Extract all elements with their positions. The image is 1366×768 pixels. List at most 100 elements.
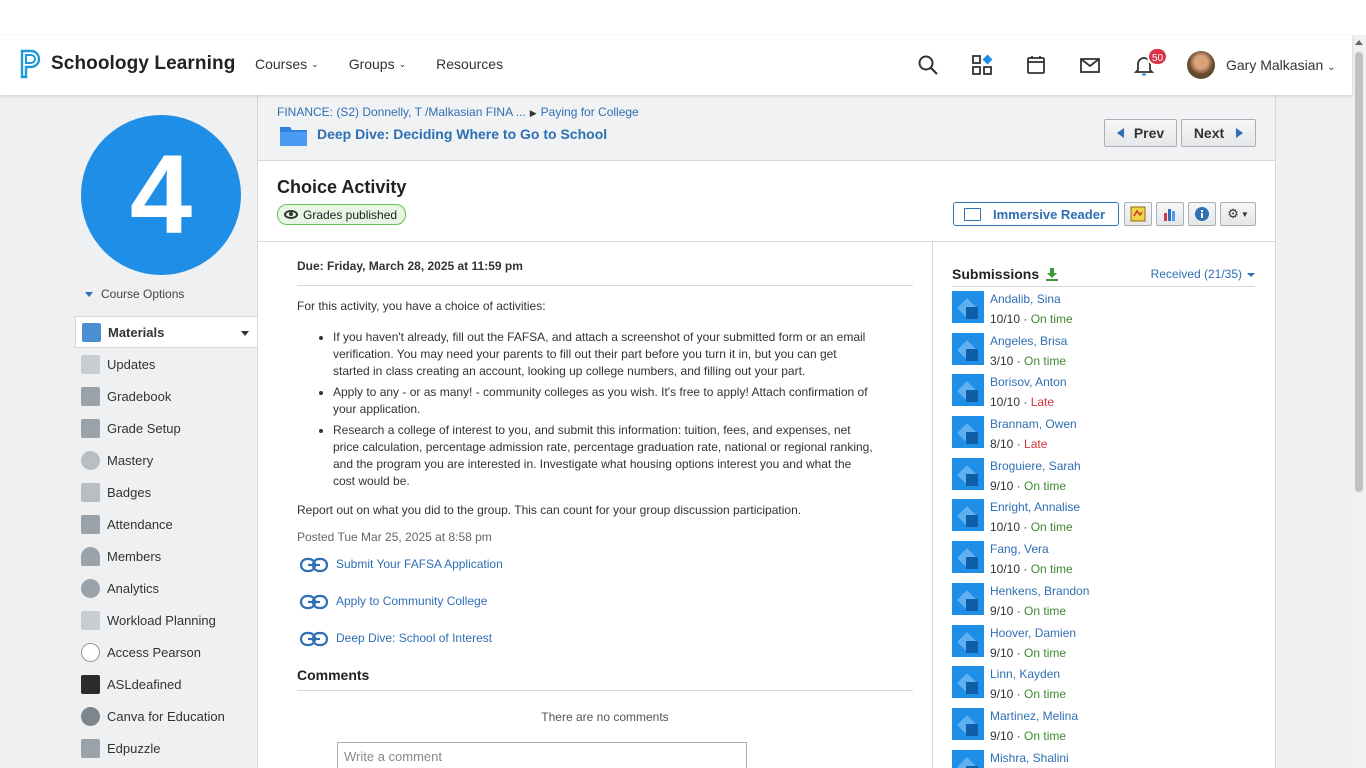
sidebar-item-access-pearson[interactable]: Access Pearson — [75, 636, 257, 668]
sidebar-item-badges[interactable]: Badges — [75, 476, 257, 508]
submission-grade: 9/10 · On time — [990, 687, 1067, 702]
sidebar-item-workload-planning[interactable]: Workload Planning — [75, 604, 257, 636]
list-item[interactable]: Andalib, Sina 10/10 · On time — [952, 289, 1255, 331]
calendar-icon[interactable] — [1025, 54, 1047, 76]
list-item[interactable]: Borisov, Anton 10/10 · Late — [952, 372, 1255, 414]
user-menu[interactable]: Gary Malkasian ⌄ — [1226, 57, 1336, 73]
avatar[interactable] — [952, 499, 984, 532]
caret-down-icon: ▼ — [1240, 209, 1249, 219]
course-sidebar: Materials Updates Gradebook Grade Setup … — [75, 316, 257, 764]
info-icon — [1195, 207, 1209, 221]
comment-input[interactable]: Write a comment — [337, 742, 747, 768]
app-launcher-icon[interactable] — [971, 54, 993, 76]
student-name-link[interactable]: Borisov, Anton — [990, 375, 1067, 390]
sidebar-item-attendance[interactable]: Attendance — [75, 508, 257, 540]
attachment-link[interactable]: Submit Your FAFSA Application — [297, 546, 913, 583]
avatar[interactable] — [952, 457, 984, 490]
list-item[interactable]: Mishra, Shalini — [952, 748, 1255, 768]
prev-button[interactable]: Prev — [1104, 119, 1177, 147]
caret-down-icon[interactable] — [241, 331, 249, 336]
student-name-link[interactable]: Hoover, Damien — [990, 626, 1076, 641]
sidebar-item-analytics[interactable]: Analytics — [75, 572, 257, 604]
page-title: Choice Activity — [277, 177, 407, 197]
avatar[interactable] — [952, 541, 984, 574]
avatar[interactable] — [952, 332, 984, 365]
submission-grade: 8/10 · Late — [990, 437, 1048, 452]
received-filter[interactable]: Received (21/35) — [1151, 267, 1255, 281]
sidebar-item-asldeafined[interactable]: ASLdeafined — [75, 668, 257, 700]
avatar[interactable] — [952, 416, 984, 449]
student-name-link[interactable]: Mishra, Shalini — [990, 751, 1069, 766]
download-icon[interactable] — [1046, 267, 1059, 281]
sidebar-item-mastery[interactable]: Mastery — [75, 444, 257, 476]
sidebar-item-grade-setup[interactable]: Grade Setup — [75, 412, 257, 444]
caret-down-icon — [1247, 272, 1255, 277]
folder-title-link[interactable]: Deep Dive: Deciding Where to Go to Schoo… — [317, 126, 607, 142]
attachment-link[interactable]: Deep Dive: School of Interest — [297, 620, 913, 657]
sidebar-item-canva[interactable]: Canva for Education — [75, 700, 257, 732]
immersive-reader-button[interactable]: Immersive Reader — [953, 202, 1119, 226]
submission-status: On time — [1024, 603, 1067, 618]
link-icon — [300, 557, 328, 572]
avatar[interactable] — [952, 582, 984, 615]
student-name-link[interactable]: Andalib, Sina — [990, 292, 1073, 307]
search-icon[interactable] — [917, 54, 939, 76]
student-name-link[interactable]: Linn, Kayden — [990, 667, 1066, 682]
link-icon — [300, 594, 328, 609]
list-item[interactable]: Brannam, Owen 8/10 · Late — [952, 414, 1255, 456]
list-item[interactable]: Hoover, Damien 9/10 · On time — [952, 623, 1255, 665]
avatar[interactable] — [1187, 51, 1215, 79]
avatar[interactable] — [952, 291, 984, 323]
attachment-link[interactable]: Apply to Community College — [297, 583, 913, 620]
breadcrumb-course-link[interactable]: FINANCE: (S2) Donnelly, T /Malkasian FIN… — [277, 105, 526, 119]
posted-timestamp: Posted Tue Mar 25, 2025 at 8:58 pm — [297, 530, 492, 544]
course-profile-image[interactable]: 4 — [81, 115, 241, 275]
list-item[interactable]: Broguiere, Sarah 9/10 · On time — [952, 456, 1255, 498]
list-item[interactable]: Martinez, Melina 9/10 · On time — [952, 706, 1255, 748]
settings-button[interactable]: ⚙ ▼ — [1220, 202, 1256, 226]
student-name-link[interactable]: Martinez, Melina — [990, 709, 1078, 724]
workload-icon — [81, 610, 100, 630]
page-scrollbar[interactable] — [1352, 35, 1366, 768]
breadcrumb-bar: FINANCE: (S2) Donnelly, T /Malkasian FIN… — [258, 95, 1275, 161]
student-name-link[interactable]: Enright, Annalise — [990, 500, 1080, 515]
info-button[interactable] — [1188, 202, 1216, 226]
list-item[interactable]: Angeles, Brisa 3/10 · On time — [952, 331, 1255, 373]
student-name-link[interactable]: Henkens, Brandon — [990, 584, 1089, 599]
list-item[interactable]: Henkens, Brandon 9/10 · On time — [952, 581, 1255, 623]
sidebar-item-materials[interactable]: Materials — [75, 316, 257, 348]
list-item[interactable]: Enright, Annalise 10/10 · On time — [952, 497, 1255, 539]
avatar[interactable] — [952, 374, 984, 407]
comments-heading: Comments — [297, 667, 913, 691]
avatar[interactable] — [952, 749, 984, 768]
nav-resources[interactable]: Resources — [436, 56, 503, 72]
column-divider — [932, 241, 933, 768]
mail-icon[interactable] — [1079, 54, 1101, 76]
sidebar-item-gradebook[interactable]: Gradebook — [75, 380, 257, 412]
list-item[interactable]: Fang, Vera 10/10 · On time — [952, 539, 1255, 581]
list-item[interactable]: Linn, Kayden 9/10 · On time — [952, 664, 1255, 706]
student-name-link[interactable]: Fang, Vera — [990, 542, 1073, 557]
student-name-link[interactable]: Broguiere, Sarah — [990, 459, 1081, 474]
nav-groups[interactable]: Groups ⌄ — [349, 56, 406, 72]
student-name-link[interactable]: Brannam, Owen — [990, 417, 1077, 432]
sidebar-item-updates[interactable]: Updates — [75, 348, 257, 380]
course-options-toggle[interactable]: Course Options — [85, 287, 184, 301]
logo[interactable]: Schoology Learning — [20, 49, 235, 79]
avatar[interactable] — [952, 707, 984, 740]
breadcrumb-parent-link[interactable]: Paying for College — [541, 105, 639, 119]
submission-status: Late — [1030, 395, 1055, 410]
student-name-link[interactable]: Angeles, Brisa — [990, 334, 1067, 349]
nav-courses[interactable]: Courses ⌄ — [255, 56, 319, 72]
avatar[interactable] — [952, 666, 984, 699]
sidebar-item-edpuzzle[interactable]: Edpuzzle — [75, 732, 257, 764]
scrollbar-thumb[interactable] — [1355, 52, 1363, 492]
avatar[interactable] — [952, 624, 984, 657]
next-button[interactable]: Next — [1181, 119, 1256, 147]
logo-text: Schoology Learning — [51, 53, 236, 74]
sidebar-item-members[interactable]: Members — [75, 540, 257, 572]
scroll-up-icon[interactable] — [1355, 40, 1363, 45]
rubric-button[interactable] — [1124, 202, 1152, 226]
stats-button[interactable] — [1156, 202, 1184, 226]
list-item: Research a college of interest to you, a… — [333, 422, 873, 490]
